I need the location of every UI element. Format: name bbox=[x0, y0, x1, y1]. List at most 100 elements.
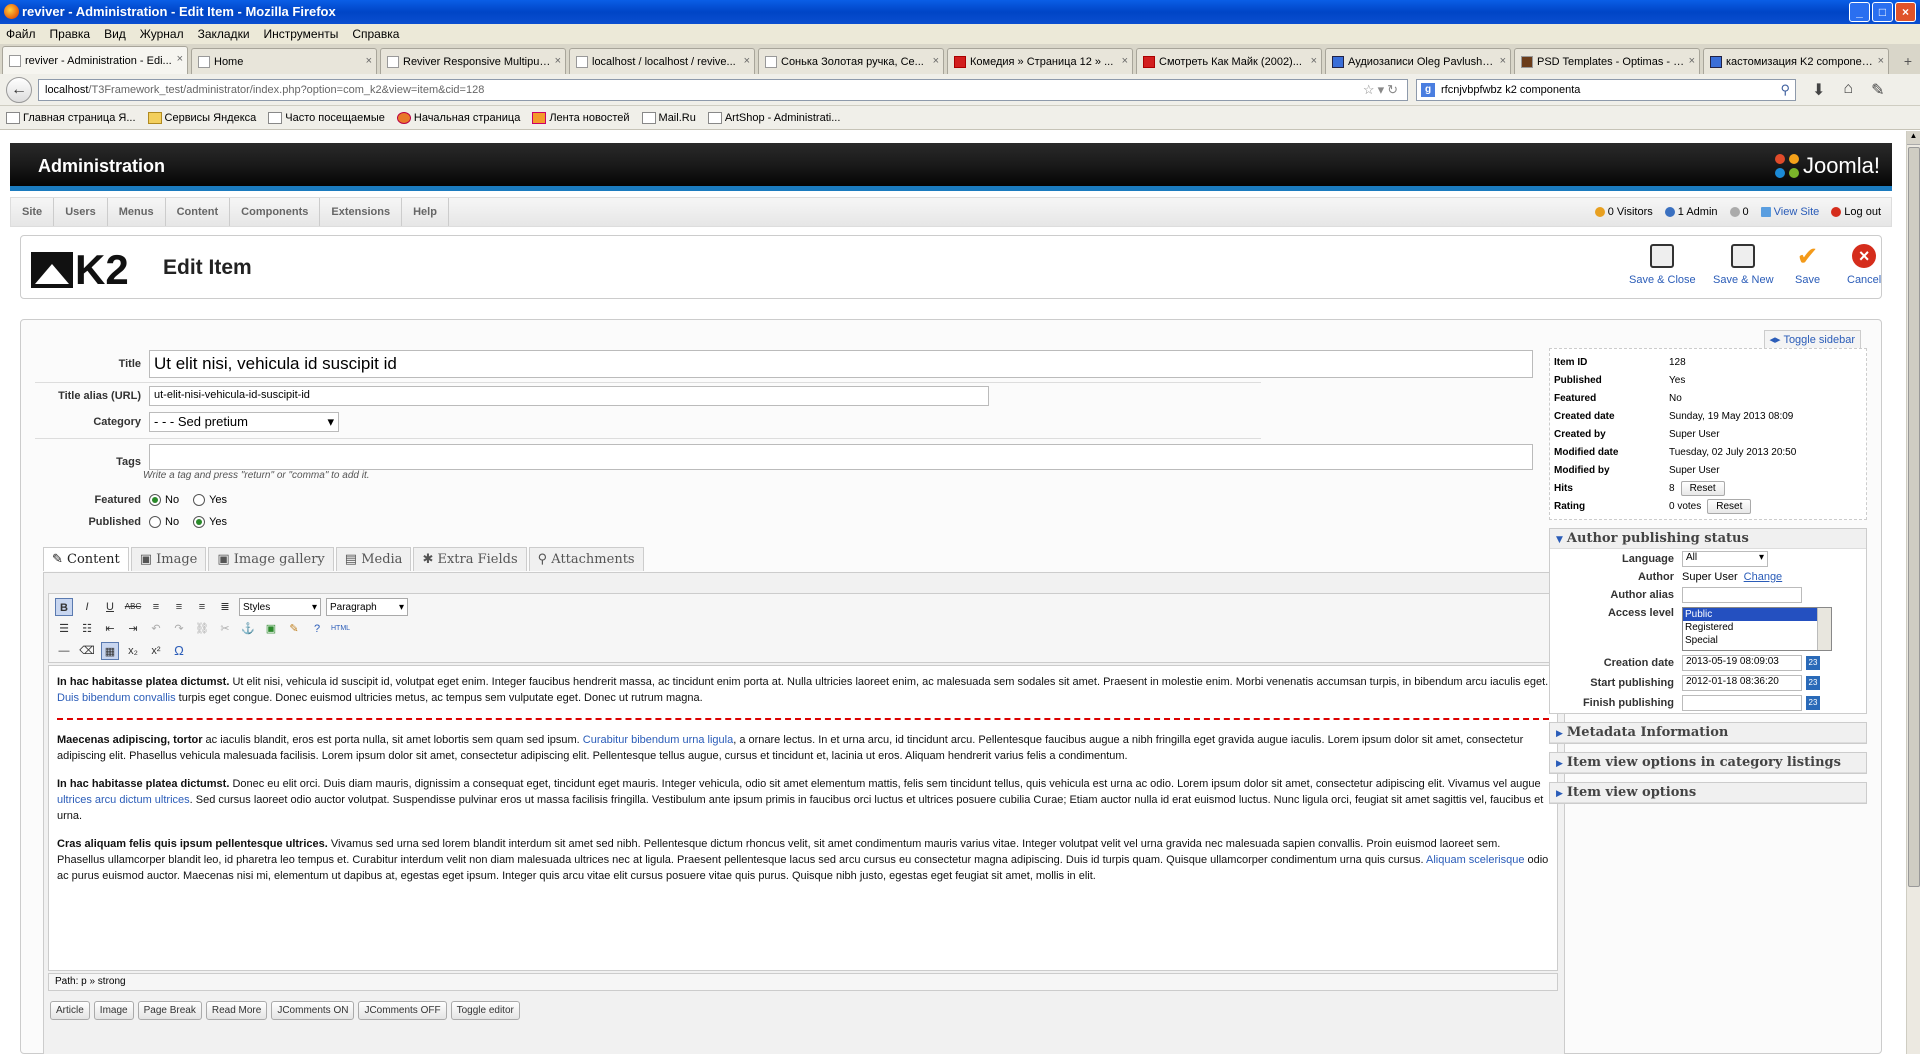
page-break-button[interactable]: Page Break bbox=[137, 1001, 202, 1020]
author-alias-input[interactable] bbox=[1682, 587, 1802, 603]
save-new-button[interactable]: Save & New bbox=[1713, 244, 1774, 286]
nav-components[interactable]: Components bbox=[230, 198, 321, 226]
maximize-icon[interactable]: □ bbox=[1872, 2, 1893, 22]
remove-format-icon[interactable]: ⌫ bbox=[78, 642, 96, 660]
messages-status[interactable]: 0 bbox=[1729, 206, 1749, 218]
bookmark-item[interactable]: ArtShop - Administrati... bbox=[707, 111, 840, 124]
item-view-options-panel[interactable]: ▶ Item view options bbox=[1549, 782, 1867, 804]
visual-aid-icon[interactable]: ▦ bbox=[101, 642, 119, 660]
numbered-list-icon[interactable]: ☷ bbox=[78, 620, 96, 638]
jcomments-off-button[interactable]: JComments OFF bbox=[358, 1001, 447, 1020]
tab-close-icon[interactable]: × bbox=[1878, 55, 1884, 67]
styles-select[interactable]: Styles ▾ bbox=[239, 598, 321, 616]
outdent-icon[interactable]: ⇤ bbox=[101, 620, 119, 638]
url-bar[interactable]: localhost/T3Framework_test/administrator… bbox=[38, 78, 1408, 101]
menu-history[interactable]: Журнал bbox=[140, 24, 184, 44]
image-button[interactable]: Image bbox=[93, 1001, 134, 1020]
list-scrollbar[interactable] bbox=[1817, 608, 1831, 650]
unlink-icon[interactable]: ✂ bbox=[216, 620, 234, 638]
logout-link[interactable]: Log out bbox=[1831, 206, 1881, 218]
read-more-button[interactable]: Read More bbox=[205, 1001, 268, 1020]
panel-header[interactable]: ▶ Item view options in category listings bbox=[1550, 753, 1866, 773]
bookmark-star-icon[interactable]: ☆▾↻ bbox=[1363, 82, 1401, 98]
access-option[interactable]: Special bbox=[1683, 634, 1831, 647]
category-listing-options-panel[interactable]: ▶ Item view options in category listings bbox=[1549, 752, 1867, 774]
browser-tab[interactable]: Комедия » Страница 12 » ... × bbox=[947, 48, 1133, 74]
tab-close-icon[interactable]: × bbox=[177, 53, 183, 65]
subscript-icon[interactable]: x₂ bbox=[124, 642, 142, 660]
new-tab-icon[interactable]: + bbox=[1904, 48, 1912, 74]
menu-tools[interactable]: Инструменты bbox=[264, 24, 339, 44]
underline-icon[interactable]: U bbox=[101, 598, 119, 616]
horizontal-rule-icon[interactable]: — bbox=[55, 642, 73, 660]
paragraph-link[interactable]: ultrices arcu dictum ultrices bbox=[57, 794, 190, 806]
metadata-panel[interactable]: ▶ Metadata Information bbox=[1549, 722, 1867, 744]
start-publishing-input[interactable]: 2012-01-18 08:36:20 bbox=[1682, 675, 1802, 691]
tab-close-icon[interactable]: × bbox=[555, 55, 561, 67]
category-select[interactable]: - - - Sed pretium ▾ bbox=[149, 412, 339, 432]
tab-image-gallery[interactable]: ▣ Image gallery bbox=[208, 547, 334, 571]
browser-tab[interactable]: Reviver Responsive Multipur... × bbox=[380, 48, 566, 74]
help-icon[interactable]: ? bbox=[308, 620, 326, 638]
paragraph-link[interactable]: Curabitur bibendum urna ligula bbox=[583, 734, 733, 746]
tab-media[interactable]: ▤ Media bbox=[335, 547, 412, 571]
tab-attachments[interactable]: ⚲ Attachments bbox=[528, 547, 644, 571]
search-bar[interactable]: g rfcnjvbpfwbz k2 componenta ⚲ bbox=[1416, 78, 1796, 101]
tab-close-icon[interactable]: × bbox=[1122, 55, 1128, 67]
menu-help[interactable]: Справка bbox=[352, 24, 399, 44]
reset-hits-button[interactable]: Reset bbox=[1680, 480, 1725, 496]
redo-icon[interactable]: ↷ bbox=[170, 620, 188, 638]
scroll-thumb[interactable] bbox=[1908, 147, 1920, 887]
panel-header[interactable]: ▼ Author publishing status bbox=[1550, 529, 1866, 549]
language-select[interactable]: All ▾ bbox=[1682, 551, 1768, 567]
menu-edit[interactable]: Правка bbox=[50, 24, 91, 44]
link-icon[interactable]: ⛓ bbox=[193, 620, 211, 638]
published-no-radio[interactable]: No bbox=[149, 516, 179, 529]
menu-bookmarks[interactable]: Закладки bbox=[198, 24, 250, 44]
tools-icon[interactable]: ✎ bbox=[1871, 80, 1884, 100]
browser-tab[interactable]: Аудиозаписи Oleg Pavlushe... × bbox=[1325, 48, 1511, 74]
bookmark-item[interactable]: Mail.Ru bbox=[641, 111, 696, 124]
view-site-link[interactable]: View Site bbox=[1760, 206, 1819, 218]
calendar-icon[interactable]: 23 bbox=[1806, 676, 1820, 690]
italic-icon[interactable]: I bbox=[78, 598, 96, 616]
browser-tab[interactable]: Сонька Золотая ручка, Се... × bbox=[758, 48, 944, 74]
paragraph-link[interactable]: Duis bibendum convallis bbox=[57, 692, 176, 704]
menu-file[interactable]: Файл bbox=[6, 24, 36, 44]
calendar-icon[interactable]: 23 bbox=[1806, 696, 1820, 710]
tab-close-icon[interactable]: × bbox=[1689, 55, 1695, 67]
bookmark-item[interactable]: Сервисы Яндекса bbox=[147, 111, 256, 124]
tags-input[interactable] bbox=[149, 444, 1533, 470]
tab-close-icon[interactable]: × bbox=[744, 55, 750, 67]
scroll-up-icon[interactable]: ▲ bbox=[1907, 131, 1920, 145]
google-icon[interactable]: g bbox=[1421, 82, 1435, 97]
close-icon[interactable]: × bbox=[1895, 2, 1916, 22]
tab-image[interactable]: ▣ Image bbox=[130, 547, 207, 571]
align-left-icon[interactable]: ≡ bbox=[147, 598, 165, 616]
undo-icon[interactable]: ↶ bbox=[147, 620, 165, 638]
featured-no-radio[interactable]: No bbox=[149, 494, 179, 507]
access-option[interactable]: Registered bbox=[1683, 621, 1831, 634]
article-button[interactable]: Article bbox=[50, 1001, 90, 1020]
browser-tab[interactable]: PSD Templates - Optimas - P... × bbox=[1514, 48, 1700, 74]
search-icon[interactable]: ⚲ bbox=[1780, 82, 1790, 98]
browser-tab[interactable]: localhost / localhost / revive... × bbox=[569, 48, 755, 74]
align-justify-icon[interactable]: ≣ bbox=[216, 598, 234, 616]
alias-input[interactable]: ut-elit-nisi-vehicula-id-suscipit-id bbox=[149, 386, 989, 406]
toggle-sidebar-button[interactable]: ◂▸ Toggle sidebar bbox=[1763, 330, 1861, 349]
browser-tab[interactable]: reviver - Administration - Edi... × bbox=[2, 46, 188, 74]
nav-content[interactable]: Content bbox=[166, 198, 231, 226]
html-icon[interactable]: HTML bbox=[331, 620, 350, 638]
menu-view[interactable]: Вид bbox=[104, 24, 126, 44]
bookmark-item[interactable]: Главная страница Я... bbox=[6, 111, 136, 124]
access-option[interactable]: Public bbox=[1683, 608, 1831, 621]
image-icon[interactable]: ▣ bbox=[262, 620, 280, 638]
tab-extra-fields[interactable]: ✱ Extra Fields bbox=[413, 547, 527, 571]
align-right-icon[interactable]: ≡ bbox=[193, 598, 211, 616]
tab-close-icon[interactable]: × bbox=[366, 55, 372, 67]
tab-close-icon[interactable]: × bbox=[933, 55, 939, 67]
save-close-button[interactable]: Save & Close bbox=[1629, 244, 1696, 286]
back-icon[interactable]: ← bbox=[6, 76, 32, 103]
jcomments-on-button[interactable]: JComments ON bbox=[271, 1001, 355, 1020]
nav-extensions[interactable]: Extensions bbox=[320, 198, 403, 226]
